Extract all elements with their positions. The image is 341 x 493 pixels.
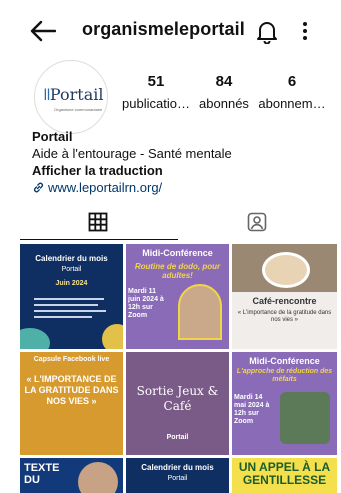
post-tile[interactable]: Midi-Conférence L'approche de réduction … — [232, 352, 337, 455]
tagged-person-icon — [247, 212, 267, 232]
profile-category: Aide à l'entourage - Santé mentale — [32, 146, 232, 161]
post-title: Midi-Conférence — [249, 356, 320, 366]
decorative-blob — [20, 328, 50, 349]
speaker-photo — [280, 392, 330, 444]
post-subtitle: « L'importance de la gratitude dans nos … — [237, 310, 332, 323]
bell-icon[interactable] — [256, 20, 278, 45]
post-tile[interactable]: UN APPEL À LA GENTILLESSE — [232, 458, 337, 493]
calendar-list-decoration — [34, 294, 110, 328]
post-title: Café-rencontre — [252, 296, 317, 306]
speaker-photo — [178, 284, 222, 340]
avatar-logo: ǁPortail — [43, 85, 104, 104]
profile-bio: Portail Aide à l'entourage - Santé menta… — [32, 128, 232, 196]
back-arrow-icon[interactable] — [30, 20, 57, 42]
translate-link[interactable]: Afficher la traduction — [32, 162, 232, 179]
profile-name: Portail — [32, 129, 73, 144]
profile-avatar[interactable]: ǁPortail Organisme communautaire — [34, 60, 108, 134]
profile-tabs — [20, 206, 337, 240]
more-vertical-icon[interactable] — [300, 20, 310, 42]
post-subtitle: « L'IMPORTANCE DE LA GRATITUDE DANS NOS … — [24, 374, 119, 406]
tab-posts[interactable] — [20, 206, 178, 240]
post-subtitle: Routine de dodo, pour adultes! — [134, 262, 221, 280]
post-brand: Portail — [61, 266, 82, 273]
posts-count[interactable]: 51 publicatio… — [122, 73, 190, 111]
post-tile[interactable]: TEXTE DU — [20, 458, 123, 493]
link-icon — [33, 182, 44, 193]
post-title: Calendrier du mois — [35, 254, 108, 263]
post-tile[interactable]: Sortie Jeux & Café Portail — [126, 352, 229, 455]
post-subtitle: L'approche de réduction des méfaits — [236, 368, 333, 383]
coffee-cup-image — [262, 252, 310, 288]
tab-tagged[interactable] — [178, 206, 336, 240]
profile-username: organismeleportail — [82, 19, 245, 39]
following-count[interactable]: 6 abonnem… — [258, 73, 326, 111]
post-title: Sortie Jeux & Café — [136, 384, 219, 413]
post-tile[interactable]: Capsule Facebook live « L'IMPORTANCE DE … — [20, 352, 123, 455]
post-extra: Mardi 14 mai 2024 à 12h sur Zoom — [234, 394, 270, 425]
avatar-logo-sub: Organisme communautaire — [54, 107, 103, 112]
post-brand: Portail — [167, 475, 188, 482]
post-title: Midi-Conférence — [142, 248, 213, 258]
post-extra: Mardi 11 juin 2024 à 12h sur Zoom — [128, 288, 164, 319]
post-subtitle: Juin 2024 — [55, 280, 88, 287]
grid-icon — [88, 212, 108, 232]
person-photo — [78, 462, 118, 493]
post-tile[interactable]: Calendrier du mois Portail — [126, 458, 229, 493]
post-title: TEXTE DU — [24, 462, 60, 486]
post-tile[interactable]: Calendrier du mois Portail Juin 2024 — [20, 244, 123, 349]
post-title: Capsule Facebook live — [33, 356, 110, 363]
followers-count[interactable]: 84 abonnés — [196, 73, 252, 111]
post-tile[interactable]: Café-rencontre « L'importance de la grat… — [232, 244, 337, 349]
posts-grid: Calendrier du mois Portail Juin 2024 Mid… — [20, 244, 337, 493]
website-link[interactable]: www.leportailrn.org/ — [32, 179, 232, 196]
post-title: Calendrier du mois — [141, 463, 214, 472]
top-bar: organismeleportail — [0, 0, 341, 60]
post-brand: Portail — [166, 434, 189, 441]
post-title: UN APPEL À LA GENTILLESSE — [238, 460, 331, 487]
decorative-blob — [102, 324, 123, 349]
post-tile[interactable]: Midi-Conférence Routine de dodo, pour ad… — [126, 244, 229, 349]
